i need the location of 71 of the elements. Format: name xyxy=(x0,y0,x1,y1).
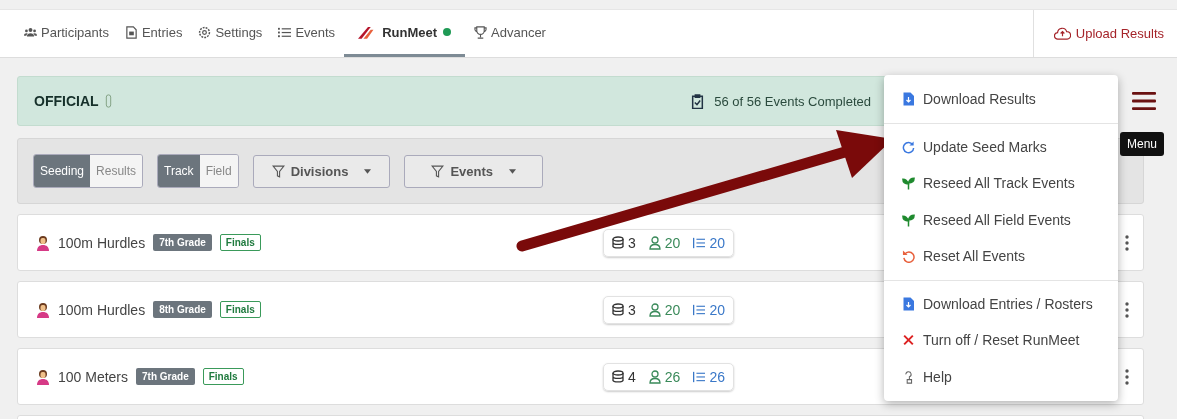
list-icon xyxy=(278,25,292,39)
heat-count: 4 xyxy=(628,368,636,385)
filter-icon xyxy=(431,164,445,178)
help-icon xyxy=(902,369,915,384)
trophy-icon xyxy=(474,25,487,39)
person-outline-icon xyxy=(648,235,661,250)
document-icon xyxy=(902,92,915,107)
menu-item[interactable]: Reseed All Track Events xyxy=(884,165,1118,202)
heat-count: 3 xyxy=(628,234,636,251)
menu-item[interactable]: Help xyxy=(884,358,1118,395)
cloud-upload-icon xyxy=(1053,27,1071,40)
nav-tab[interactable]: Events xyxy=(271,10,343,57)
round-badge: Finals xyxy=(219,234,261,251)
stack-icon xyxy=(612,302,624,317)
athlete-count: 20 xyxy=(664,301,681,318)
menu-item[interactable]: Update Seed Marks xyxy=(884,128,1118,165)
caret-icon xyxy=(364,168,372,174)
grade-badge: 8th Grade xyxy=(153,301,212,318)
nav-tab[interactable]: Advancer xyxy=(467,10,553,57)
event-name: 100m Hurdles xyxy=(58,234,146,251)
close-icon xyxy=(902,333,915,348)
nav-tab[interactable]: Participants xyxy=(17,10,116,57)
sprout-icon xyxy=(902,212,915,227)
settings-icon xyxy=(198,25,212,39)
undo-icon xyxy=(902,249,915,264)
list-icon xyxy=(693,235,706,250)
athlete-count: 20 xyxy=(664,234,681,251)
completion-text: 56 of 56 Events Completed xyxy=(714,93,871,109)
stack-icon xyxy=(612,369,624,384)
filter-dropdown[interactable]: Divisions xyxy=(252,154,391,188)
more-options-icon[interactable] xyxy=(1125,234,1129,251)
sprout-icon xyxy=(902,176,915,191)
document-icon xyxy=(124,25,138,39)
toggle-option[interactable]: Track xyxy=(158,155,200,187)
entry-count: 26 xyxy=(709,368,725,385)
refresh-icon xyxy=(902,139,915,154)
person-icon xyxy=(36,301,50,318)
round-badge: Finals xyxy=(202,368,244,385)
document-icon xyxy=(902,296,915,311)
nav-tab[interactable]: Entries xyxy=(117,10,190,57)
person-outline-icon xyxy=(648,369,661,384)
menu-item[interactable]: Download Entries / Rosters xyxy=(884,285,1118,322)
entry-count: 20 xyxy=(709,234,725,251)
status-label: OFFICIAL xyxy=(34,93,99,109)
athlete-count: 26 xyxy=(664,368,681,385)
grade-badge: 7th Grade xyxy=(136,368,195,385)
round-badge: Finals xyxy=(219,301,261,318)
entry-count: 20 xyxy=(709,301,725,318)
nav-tab[interactable]: Settings xyxy=(191,10,270,57)
menu-tooltip: Menu xyxy=(1120,132,1165,156)
toggle-option[interactable]: Seeding xyxy=(34,155,91,187)
menu-icon xyxy=(1132,91,1156,111)
list-icon xyxy=(693,302,706,317)
grade-badge: 7th Grade xyxy=(153,234,212,251)
more-options-icon[interactable] xyxy=(1125,301,1129,318)
more-options-icon[interactable] xyxy=(1125,368,1129,385)
list-icon xyxy=(693,369,706,384)
person-icon xyxy=(36,234,50,251)
filter-dropdown[interactable]: Events xyxy=(404,154,544,188)
caret-icon xyxy=(509,168,517,174)
event-name: 100 Meters xyxy=(58,368,129,385)
stack-icon xyxy=(612,235,624,250)
menu-item[interactable]: Download Results xyxy=(884,81,1118,118)
nav-tab[interactable]: RunMeet xyxy=(344,10,465,57)
people-icon xyxy=(24,25,37,39)
event-name: 100m Hurdles xyxy=(58,301,146,318)
filter-icon xyxy=(271,164,285,178)
clipboard-check-icon xyxy=(691,93,705,109)
person-outline-icon xyxy=(648,302,661,317)
heat-count: 3 xyxy=(628,301,636,318)
person-icon xyxy=(36,368,50,385)
